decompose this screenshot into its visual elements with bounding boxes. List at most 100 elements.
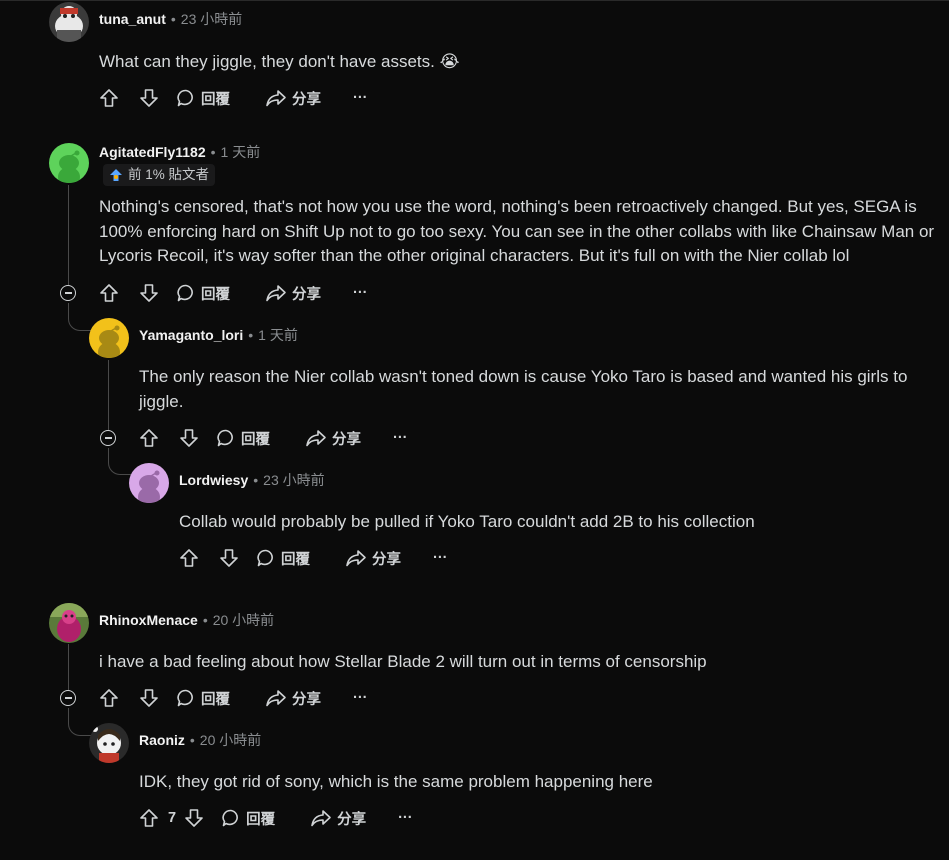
timestamp[interactable]: 23 小時前 [263, 472, 324, 488]
timestamp[interactable]: 23 小時前 [181, 11, 242, 27]
share-button[interactable]: 分享 [265, 688, 321, 709]
upvote-icon [100, 284, 118, 302]
share-label: 分享 [292, 286, 321, 303]
avatar[interactable] [89, 318, 129, 358]
more-options-button[interactable]: ··· [353, 90, 368, 106]
more-icon: ··· [398, 810, 413, 826]
thread-line [108, 360, 109, 430]
upvote-button[interactable] [99, 88, 119, 108]
timestamp[interactable]: 20 小時前 [213, 612, 274, 628]
reply-button[interactable]: 回覆 [216, 428, 270, 449]
timestamp[interactable]: 1 天前 [221, 144, 261, 160]
thread-elbow [68, 708, 91, 736]
reply-button[interactable]: 回覆 [176, 688, 230, 709]
downvote-button[interactable] [219, 548, 239, 568]
more-options-button[interactable]: ··· [398, 810, 413, 826]
share-button[interactable]: 分享 [265, 283, 321, 304]
thread-line [68, 644, 69, 690]
share-icon [266, 285, 286, 302]
reply-button[interactable]: 回覆 [256, 548, 310, 569]
share-button[interactable]: 分享 [265, 88, 321, 109]
author-name[interactable]: Yamaganto_lori [139, 327, 243, 343]
comment-bubble-icon [222, 809, 239, 827]
share-button[interactable]: 分享 [310, 808, 366, 829]
comment-meta: AgitatedFly1182 • 1 天前 [99, 143, 260, 161]
reply-button[interactable]: 回覆 [176, 283, 230, 304]
more-icon: ··· [353, 285, 368, 301]
downvote-icon [140, 89, 158, 107]
separator-dot: • [202, 612, 208, 628]
user-flair: 前 1% 貼文者 [103, 164, 216, 186]
comment-body: i have a bad feeling about how Stellar B… [99, 650, 919, 675]
share-icon [266, 690, 286, 707]
downvote-button[interactable] [139, 283, 159, 303]
downvote-button[interactable] [179, 428, 199, 448]
vote-score: 7 [168, 810, 177, 826]
more-icon: ··· [433, 550, 448, 566]
more-options-button[interactable]: ··· [393, 430, 408, 446]
top-divider [0, 0, 949, 1]
thread-line [68, 185, 69, 285]
comment-bubble-icon [177, 689, 193, 707]
author-name[interactable]: RhinoxMenace [99, 612, 198, 628]
comment-actions: 回覆 分享 ··· [99, 84, 368, 112]
comment-bubble-icon [177, 284, 193, 302]
downvote-button[interactable] [184, 808, 204, 828]
avatar[interactable] [129, 463, 169, 503]
avatar[interactable] [49, 2, 89, 42]
downvote-icon [140, 689, 158, 707]
share-icon [346, 550, 366, 567]
share-label: 分享 [332, 431, 361, 448]
upvote-button[interactable] [179, 548, 199, 568]
share-button[interactable]: 分享 [345, 548, 401, 569]
collapse-thread-button[interactable] [60, 690, 76, 706]
avatar[interactable] [49, 603, 89, 643]
thread-elbow [68, 303, 91, 331]
comment-text: What can they jiggle, they don't have as… [99, 52, 460, 71]
reply-label: 回覆 [281, 551, 310, 568]
share-icon [306, 430, 326, 447]
author-name[interactable]: AgitatedFly1182 [99, 144, 206, 160]
separator-dot: • [170, 11, 176, 27]
more-options-button[interactable]: ··· [353, 285, 368, 301]
author-name[interactable]: Raoniz [139, 732, 185, 748]
downvote-button[interactable] [139, 88, 159, 108]
comment-text: The only reason the Nier collab wasn't t… [139, 367, 908, 411]
author-name[interactable]: Lordwiesy [179, 472, 248, 488]
more-options-button[interactable]: ··· [433, 550, 448, 566]
separator-dot: • [248, 327, 254, 343]
upvote-icon [140, 429, 158, 447]
comment-actions: 回覆 分享 ··· [99, 279, 368, 307]
timestamp[interactable]: 1 天前 [258, 327, 298, 343]
downvote-button[interactable] [139, 688, 159, 708]
comment-actions: 回覆 分享 ··· [99, 684, 368, 712]
more-options-button[interactable]: ··· [353, 690, 368, 706]
avatar[interactable] [49, 143, 89, 183]
upvote-button[interactable] [99, 688, 119, 708]
comment-text: Collab would probably be pulled if Yoko … [179, 512, 755, 531]
comment-text: i have a bad feeling about how Stellar B… [99, 652, 707, 671]
collapse-thread-button[interactable] [100, 430, 116, 446]
comment-text: IDK, they got rid of sony, which is the … [139, 772, 653, 791]
comment-body: IDK, they got rid of sony, which is the … [139, 770, 939, 795]
avatar[interactable] [89, 723, 129, 763]
reply-label: 回覆 [201, 286, 230, 303]
separator-dot: • [253, 472, 259, 488]
reply-button[interactable]: 回覆 [221, 808, 275, 829]
comment-actions: 回覆 分享 ··· [139, 424, 408, 452]
timestamp[interactable]: 20 小時前 [200, 732, 261, 748]
downvote-icon [180, 429, 198, 447]
upvote-button[interactable] [99, 283, 119, 303]
collapse-thread-button[interactable] [60, 285, 76, 301]
upvote-button[interactable] [139, 428, 159, 448]
reply-button[interactable]: 回覆 [176, 88, 230, 109]
share-button[interactable]: 分享 [305, 428, 361, 449]
downvote-icon [185, 809, 203, 827]
separator-dot: • [189, 732, 195, 748]
upvote-button[interactable] [139, 808, 159, 828]
author-name[interactable]: tuna_anut [99, 11, 166, 27]
top-poster-icon [110, 169, 122, 181]
separator-dot: • [210, 144, 216, 160]
comment-actions: 7 回覆 分享 ··· [139, 804, 413, 832]
downvote-icon [220, 549, 238, 567]
